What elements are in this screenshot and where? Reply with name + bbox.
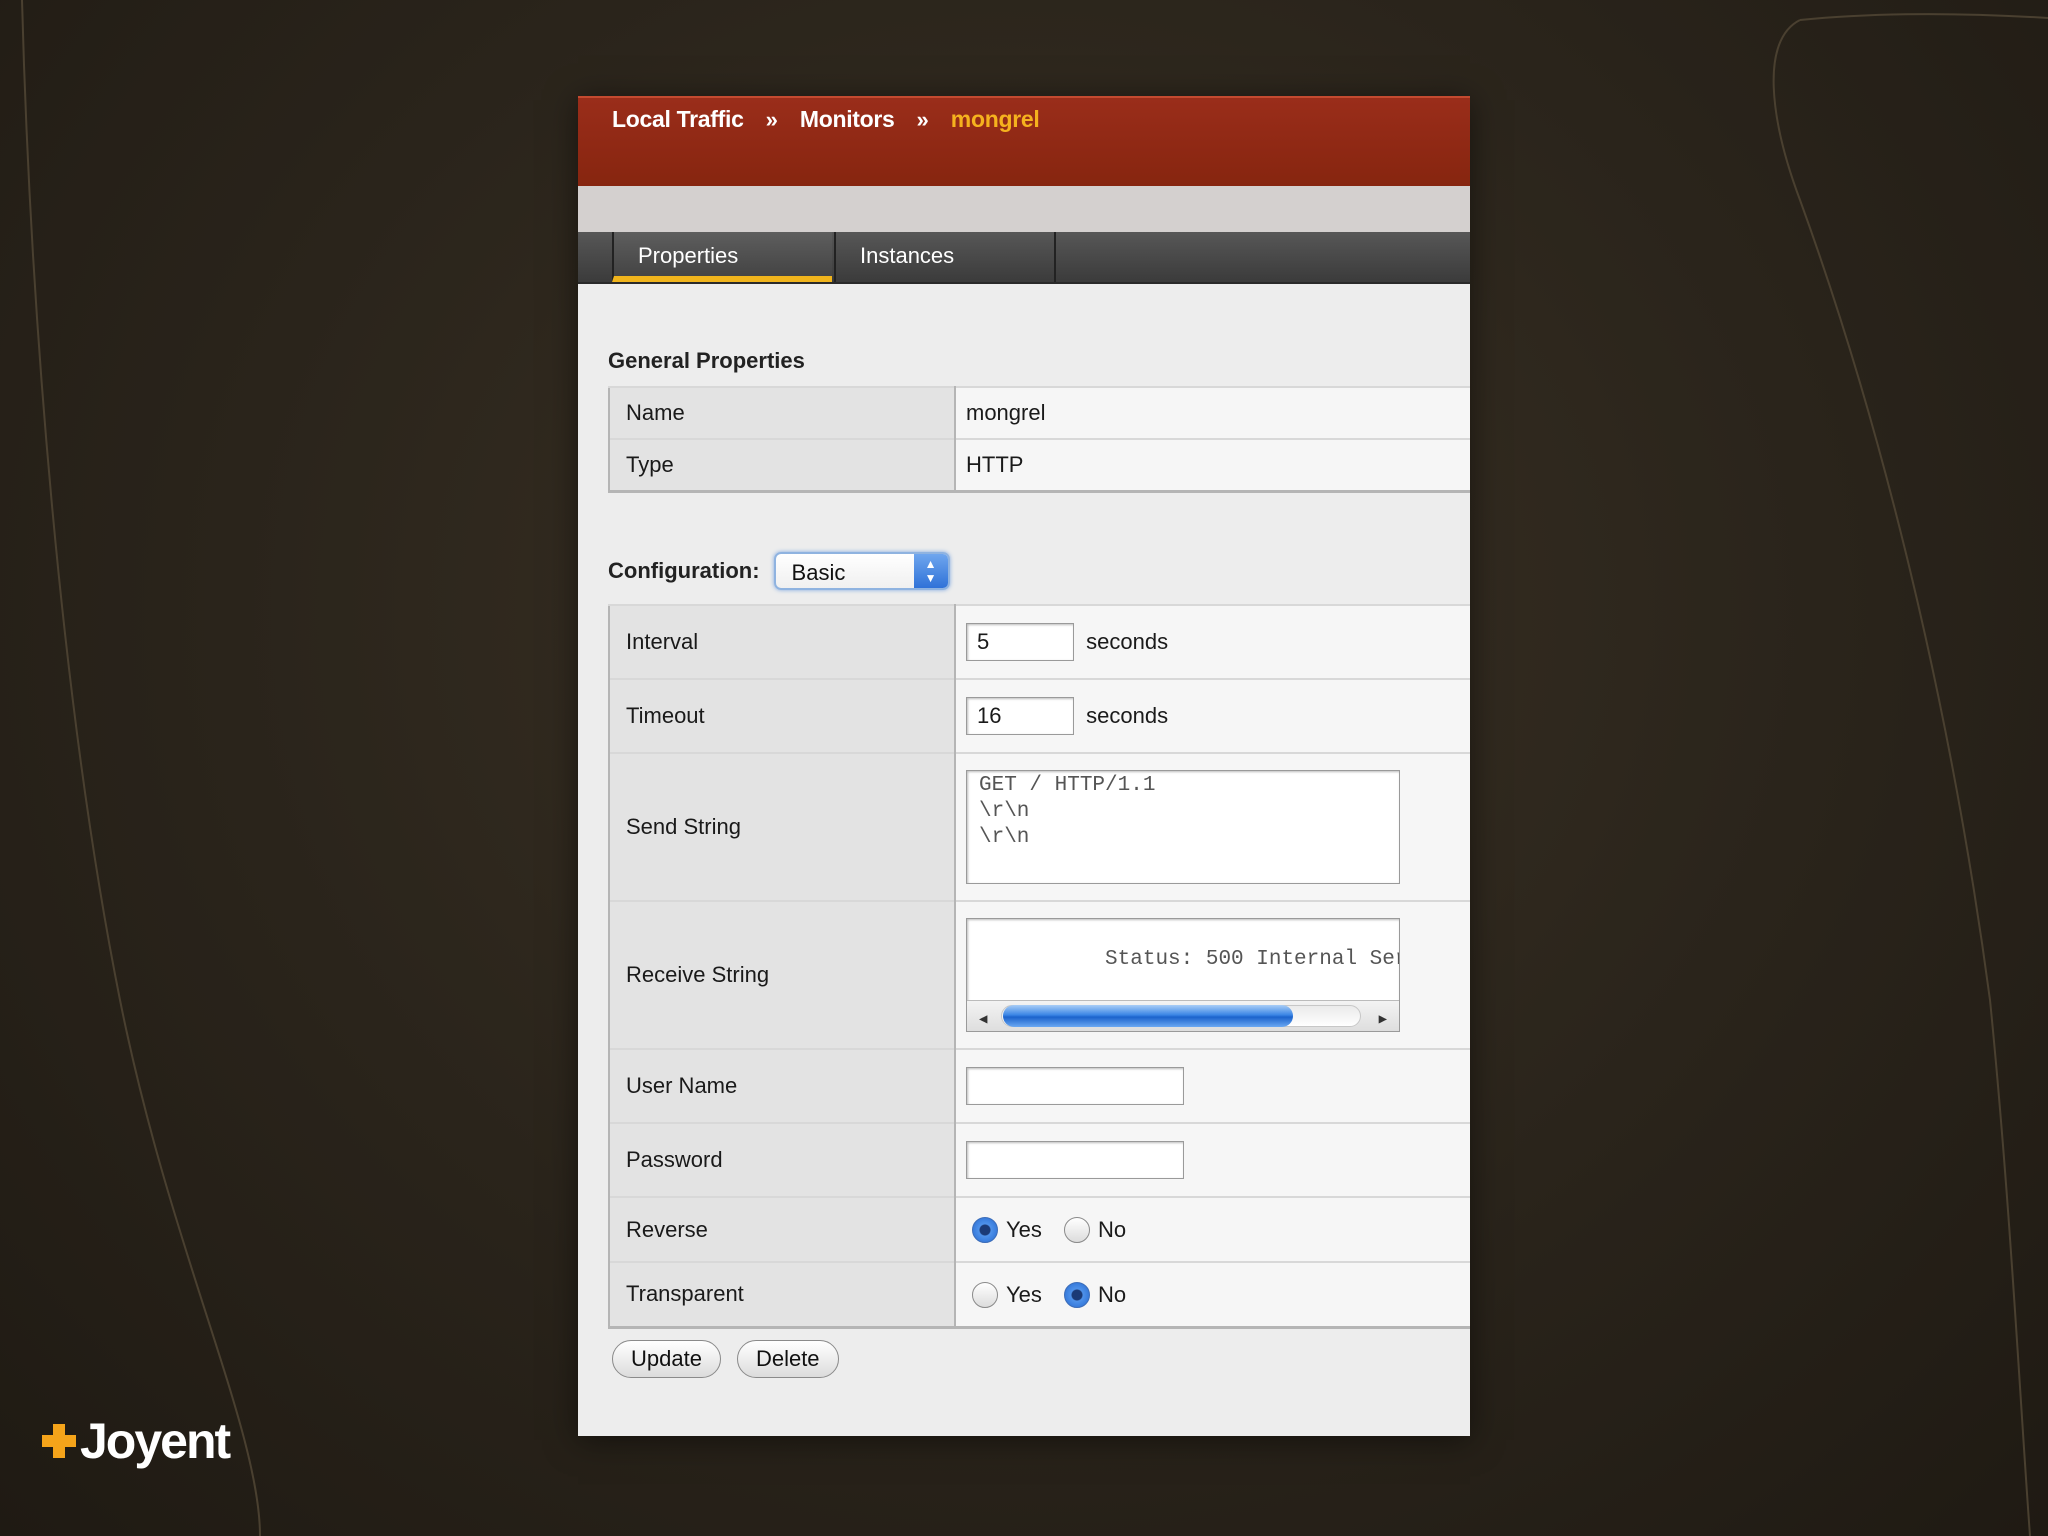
table-row: User Name (608, 1048, 1470, 1123)
header-bar: Local Traffic » Monitors » mongrel (578, 96, 1470, 188)
receive-string-textarea[interactable]: Status: 500 Internal Server ◀ ▶ (966, 918, 1400, 1032)
transparent-yes-radio[interactable] (972, 1281, 998, 1308)
delete-button[interactable]: Delete (736, 1340, 839, 1378)
plus-logo-icon (42, 1424, 76, 1458)
configuration-label: Configuration: (608, 558, 760, 583)
table-row: Transparent Yes No (608, 1261, 1470, 1327)
interval-input[interactable]: 5 (966, 623, 1074, 661)
breadcrumb-separator-icon: » (916, 106, 929, 132)
breadcrumb: Local Traffic » Monitors » mongrel (612, 106, 1040, 133)
user-name-input[interactable] (966, 1067, 1184, 1105)
breadcrumb-current: mongrel (950, 106, 1040, 132)
breadcrumb-monitors[interactable]: Monitors (800, 106, 895, 133)
configuration-row: Configuration: Basic ▲ ▼ (608, 552, 950, 590)
send-string-textarea[interactable]: GET / HTTP/1.1 \r\n \r\n (966, 770, 1400, 884)
scroll-thumb[interactable] (1003, 1005, 1293, 1027)
scroll-right-icon[interactable]: ▶ (1379, 1007, 1387, 1031)
update-button[interactable]: Update (612, 1340, 721, 1378)
configuration-select[interactable]: Basic ▲ ▼ (773, 552, 950, 590)
reverse-no-label: No (1098, 1217, 1127, 1243)
configuration-table: Interval 5 seconds Timeout 16 seconds Se… (608, 604, 1470, 1329)
scroll-left-icon[interactable]: ◀ (979, 1007, 987, 1031)
reverse-no-radio[interactable] (1064, 1217, 1091, 1244)
send-string-label: Send String (608, 752, 956, 901)
table-row: Timeout 16 seconds (608, 678, 1470, 753)
transparent-no-radio[interactable] (1064, 1281, 1091, 1308)
timeout-input[interactable]: 16 (966, 697, 1074, 735)
table-row: Reverse Yes No (608, 1196, 1470, 1262)
transparent-yes-label: Yes (1006, 1281, 1042, 1307)
reverse-yes-label: Yes (1006, 1217, 1042, 1243)
reverse-yes-radio[interactable] (972, 1217, 998, 1244)
type-value: HTTP (955, 438, 1470, 491)
general-properties-title: General Properties (608, 348, 805, 373)
receive-string-label: Receive String (608, 900, 956, 1049)
tab-instances[interactable]: Instances (834, 232, 1056, 282)
password-input[interactable] (966, 1141, 1184, 1179)
action-buttons: Update Delete (612, 1340, 839, 1378)
table-row: Send String GET / HTTP/1.1 \r\n \r\n (608, 752, 1470, 901)
reverse-label: Reverse (608, 1196, 956, 1262)
transparent-label: Transparent (608, 1261, 956, 1327)
logo-text: Joyent (80, 1413, 231, 1469)
breadcrumb-local-traffic[interactable]: Local Traffic (612, 106, 744, 133)
interval-unit: seconds (1086, 629, 1169, 654)
password-label: Password (608, 1122, 956, 1197)
name-label: Name (608, 386, 956, 439)
table-row: Receive String Status: 500 Internal Serv… (608, 900, 1470, 1049)
name-value: mongrel (955, 386, 1470, 439)
joyent-logo: Joyent (42, 1412, 231, 1470)
timeout-label: Timeout (608, 678, 956, 753)
receive-string-text: Status: 500 Internal Server (1105, 948, 1399, 971)
table-row: Type HTTP (608, 438, 1470, 491)
table-row: Interval 5 seconds (608, 604, 1470, 679)
tab-properties[interactable]: Properties (612, 232, 832, 282)
horizontal-scrollbar[interactable]: ◀ ▶ (967, 1000, 1399, 1031)
timeout-unit: seconds (1086, 703, 1169, 728)
transparent-no-label: No (1098, 1281, 1127, 1307)
table-row: Password (608, 1122, 1470, 1197)
sub-header-bar (578, 186, 1470, 232)
table-row: Name mongrel (608, 386, 1470, 439)
interval-label: Interval (608, 604, 956, 679)
select-arrows-icon: ▲ ▼ (913, 554, 948, 588)
breadcrumb-separator-icon: » (765, 106, 778, 132)
monitor-properties-panel: Local Traffic » Monitors » mongrel Prope… (578, 96, 1470, 1436)
general-properties-table: Name mongrel Type HTTP (608, 386, 1470, 493)
user-name-label: User Name (608, 1048, 956, 1123)
type-label: Type (608, 438, 956, 491)
tab-bar: Properties Instances (578, 232, 1470, 284)
configuration-selected-value: Basic (791, 560, 846, 585)
